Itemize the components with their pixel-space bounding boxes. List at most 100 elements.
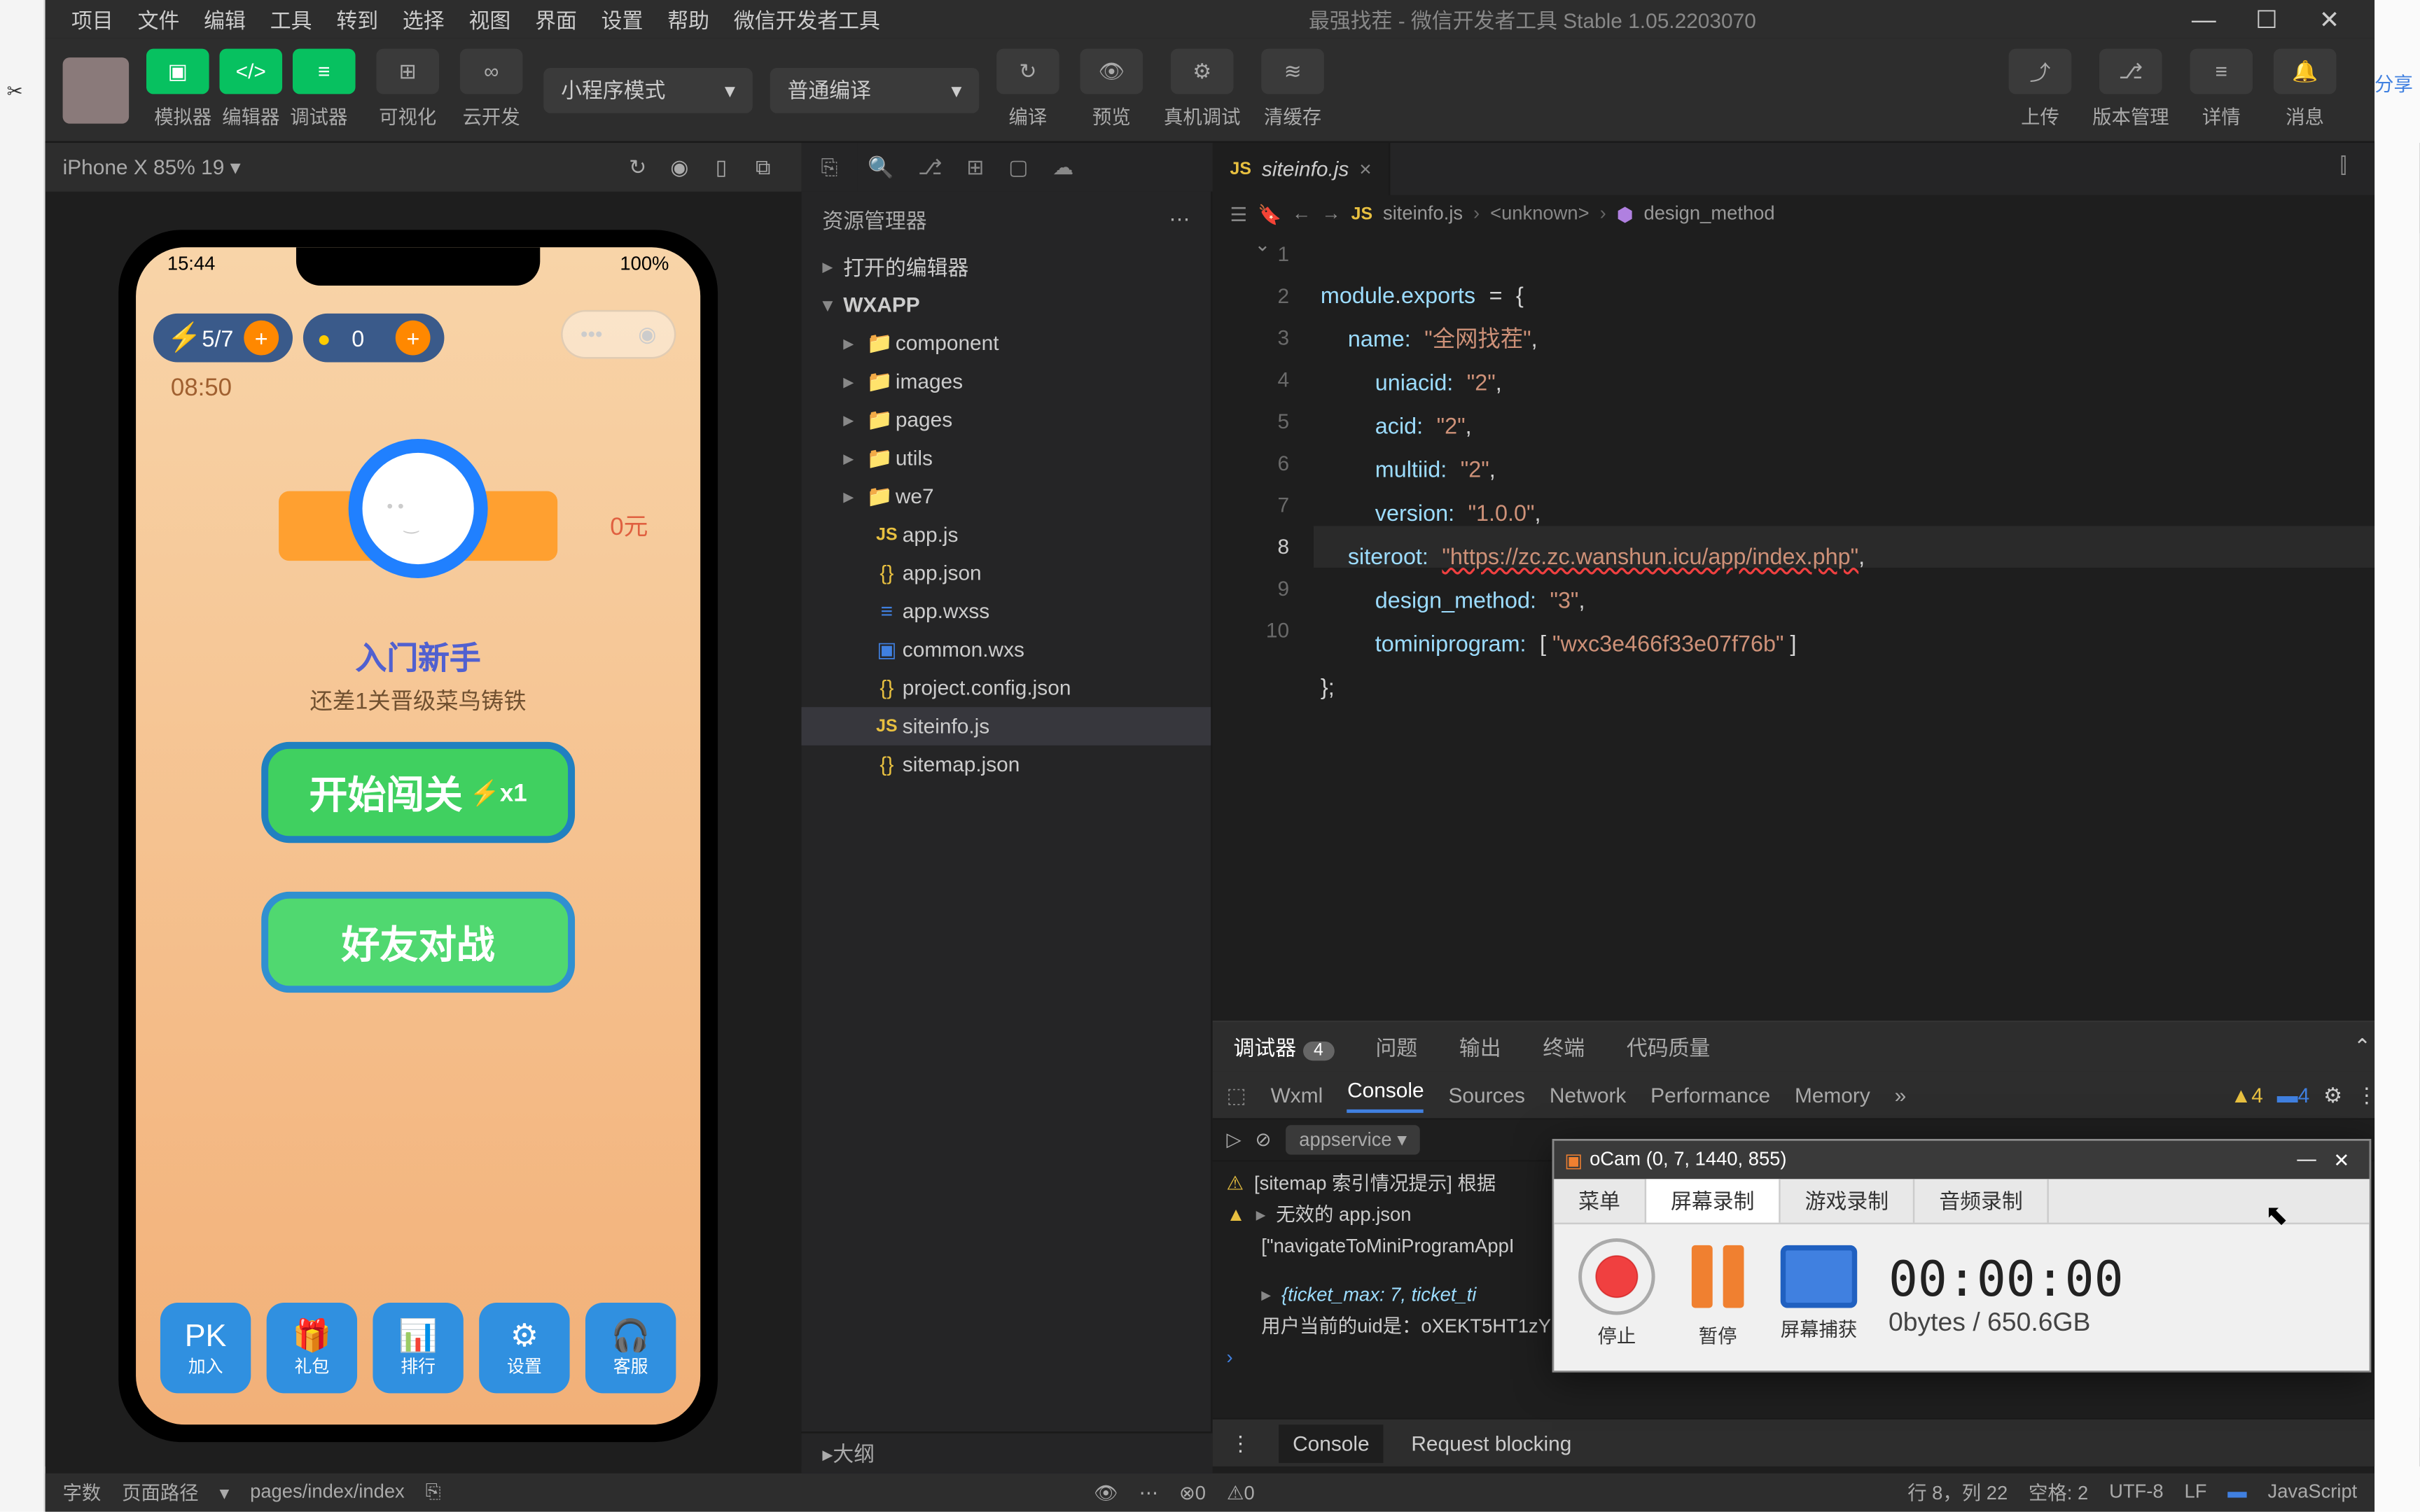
preview-button[interactable]: 👁: [1080, 49, 1143, 94]
menu-tools[interactable]: 工具: [258, 4, 324, 34]
ocam-tab-game[interactable]: 游戏录制: [1781, 1179, 1915, 1222]
menu-goto[interactable]: 转到: [324, 4, 391, 34]
ocam-capture-button[interactable]: 屏幕捕获: [1781, 1245, 1857, 1343]
device-select[interactable]: iPhone X 85% 19 ▾: [63, 155, 617, 179]
search-icon[interactable]: 🔍: [868, 155, 893, 179]
cloud-icon[interactable]: ☁: [1052, 155, 1073, 179]
rotate-icon[interactable]: ▯: [700, 155, 742, 179]
status-eye-icon[interactable]: 👁: [1094, 1481, 1118, 1504]
settings-icon[interactable]: ⚙: [2323, 1082, 2342, 1107]
cloud-button[interactable]: ∞: [460, 49, 523, 94]
folder-component[interactable]: ▸📁component: [801, 324, 1211, 363]
drawer-console[interactable]: Console: [1279, 1424, 1383, 1462]
box-icon[interactable]: ▢: [1008, 155, 1028, 179]
explorer-icon[interactable]: ⎘: [821, 154, 837, 180]
detail-button[interactable]: ≡: [2190, 49, 2253, 94]
dt-memory[interactable]: Memory: [1795, 1082, 1870, 1107]
mode-select[interactable]: 小程序模式▾: [543, 67, 753, 113]
status-errors[interactable]: ⊗0: [1179, 1481, 1206, 1504]
outline-section[interactable]: ▸ 大纲: [801, 1432, 1212, 1474]
message-button[interactable]: 🔔: [2274, 49, 2337, 94]
status-pagepath-label[interactable]: 页面路径: [122, 1478, 198, 1506]
start-game-button[interactable]: 开始闯关⚡x1: [261, 742, 575, 843]
simulator-toggle[interactable]: ▣: [146, 49, 209, 94]
file-siteinfo-js[interactable]: JSsiteinfo.js: [801, 707, 1211, 746]
real-debug-button[interactable]: ⚙: [1171, 49, 1234, 94]
copy-icon[interactable]: ⎘: [426, 1481, 441, 1504]
user-avatar[interactable]: [63, 57, 130, 123]
upload-button[interactable]: ⤴: [2009, 49, 2072, 94]
menu-project[interactable]: 项目: [60, 4, 126, 34]
close-button[interactable]: ✕: [2298, 4, 2361, 34]
tab-output[interactable]: 输出: [1452, 1032, 1508, 1061]
menu-edit[interactable]: 编辑: [192, 4, 258, 34]
file-sitemap-json[interactable]: {}sitemap.json: [801, 746, 1211, 784]
status-eol[interactable]: LF: [2184, 1482, 2206, 1503]
warning-count[interactable]: ▲4: [2231, 1082, 2263, 1107]
minimize-button[interactable]: —: [2173, 5, 2236, 33]
open-editors-section[interactable]: ▸打开的编辑器: [801, 247, 1211, 286]
status-position[interactable]: 行 8，列 22: [1907, 1478, 2008, 1506]
maximize-button[interactable]: ☐: [2235, 4, 2298, 34]
share-label[interactable]: 分享: [2374, 70, 2413, 98]
status-encoding[interactable]: UTF-8: [2109, 1482, 2164, 1503]
ocam-stop-button[interactable]: 停止: [1578, 1238, 1655, 1350]
menu-settings[interactable]: 设置: [589, 4, 655, 34]
inspect-icon[interactable]: ⬚: [1227, 1082, 1246, 1107]
status-more-icon[interactable]: ⋯: [1139, 1481, 1158, 1504]
tab-close-icon[interactable]: ×: [1359, 157, 1371, 181]
drawer-toggle-icon[interactable]: ⋮: [1230, 1431, 1251, 1455]
gift-button[interactable]: 🎁礼包: [267, 1303, 357, 1393]
crumb-unknown[interactable]: <unknown>: [1490, 204, 1590, 225]
energy-pill[interactable]: ⚡ 5/7 +: [153, 314, 293, 363]
status-spaces[interactable]: 空格: 2: [2029, 1478, 2088, 1506]
dt-performance[interactable]: Performance: [1650, 1082, 1770, 1107]
status-warnings[interactable]: ⚠0: [1227, 1481, 1255, 1504]
folder-images[interactable]: ▸📁images: [801, 363, 1211, 401]
ocam-tab-menu[interactable]: 菜单: [1554, 1179, 1646, 1222]
bookmark-icon[interactable]: 🔖: [1258, 203, 1281, 225]
ext-icon[interactable]: ⊞: [966, 155, 984, 179]
back-icon[interactable]: ←: [1292, 204, 1311, 225]
file-project-config[interactable]: {}project.config.json: [801, 668, 1211, 707]
ocam-window[interactable]: ▣ oCam (0, 7, 1440, 855) — ✕ 菜单 屏幕录制 游戏录…: [1552, 1139, 2371, 1372]
compile-button[interactable]: ↻: [996, 49, 1059, 94]
record-icon[interactable]: ◉: [658, 155, 700, 179]
refresh-icon[interactable]: ↻: [617, 155, 659, 179]
setting-button[interactable]: ⚙设置: [479, 1303, 569, 1393]
file-app-json[interactable]: {}app.json: [801, 554, 1211, 592]
sidebar-cut[interactable]: ✂: [0, 70, 29, 113]
fold-icon[interactable]: ⌄: [1254, 233, 1270, 255]
scope-select[interactable]: appservice ▾: [1285, 1125, 1421, 1154]
tab-debugger[interactable]: 调试器4: [1227, 1032, 1341, 1061]
dt-more[interactable]: »: [1895, 1082, 1907, 1107]
ocam-minimize[interactable]: —: [2289, 1149, 2324, 1170]
split-icon[interactable]: ⫿: [2323, 143, 2364, 195]
ocam-titlebar[interactable]: ▣ oCam (0, 7, 1440, 855) — ✕: [1554, 1141, 2369, 1180]
friend-battle-button[interactable]: 好友对战: [261, 892, 575, 993]
popout-icon[interactable]: ⧉: [742, 154, 784, 180]
dt-console[interactable]: Console: [1347, 1077, 1424, 1112]
status-pagepath[interactable]: pages/index/index: [250, 1482, 405, 1503]
folder-pages[interactable]: ▸📁pages: [801, 400, 1211, 439]
git-icon[interactable]: ⎇: [918, 155, 942, 179]
status-wordcount[interactable]: 字数: [63, 1478, 102, 1506]
crumb-method[interactable]: design_method: [1643, 204, 1774, 225]
compile-mode-select[interactable]: 普通编译▾: [770, 67, 980, 113]
menu-view[interactable]: 视图: [457, 4, 523, 34]
file-common-wxs[interactable]: ▣common.wxs: [801, 631, 1211, 669]
add-energy-icon[interactable]: +: [244, 321, 279, 356]
capsule-button[interactable]: •••◉: [561, 310, 676, 359]
play-icon[interactable]: ▷: [1227, 1128, 1242, 1151]
tab-siteinfo[interactable]: JS siteinfo.js ×: [1213, 143, 1391, 195]
info-count[interactable]: ▬4: [2277, 1082, 2309, 1107]
ocam-tab-screen[interactable]: 屏幕录制: [1646, 1179, 1781, 1222]
visual-button[interactable]: ⊞: [376, 49, 439, 94]
editor-toggle[interactable]: </>: [219, 49, 282, 94]
menu-ui[interactable]: 界面: [523, 4, 590, 34]
file-app-js[interactable]: JSapp.js: [801, 515, 1211, 554]
menu-file[interactable]: 文件: [125, 4, 192, 34]
tab-quality[interactable]: 代码质量: [1620, 1032, 1717, 1061]
folder-utils[interactable]: ▸📁utils: [801, 439, 1211, 477]
pk-button[interactable]: PK加入: [160, 1303, 251, 1393]
